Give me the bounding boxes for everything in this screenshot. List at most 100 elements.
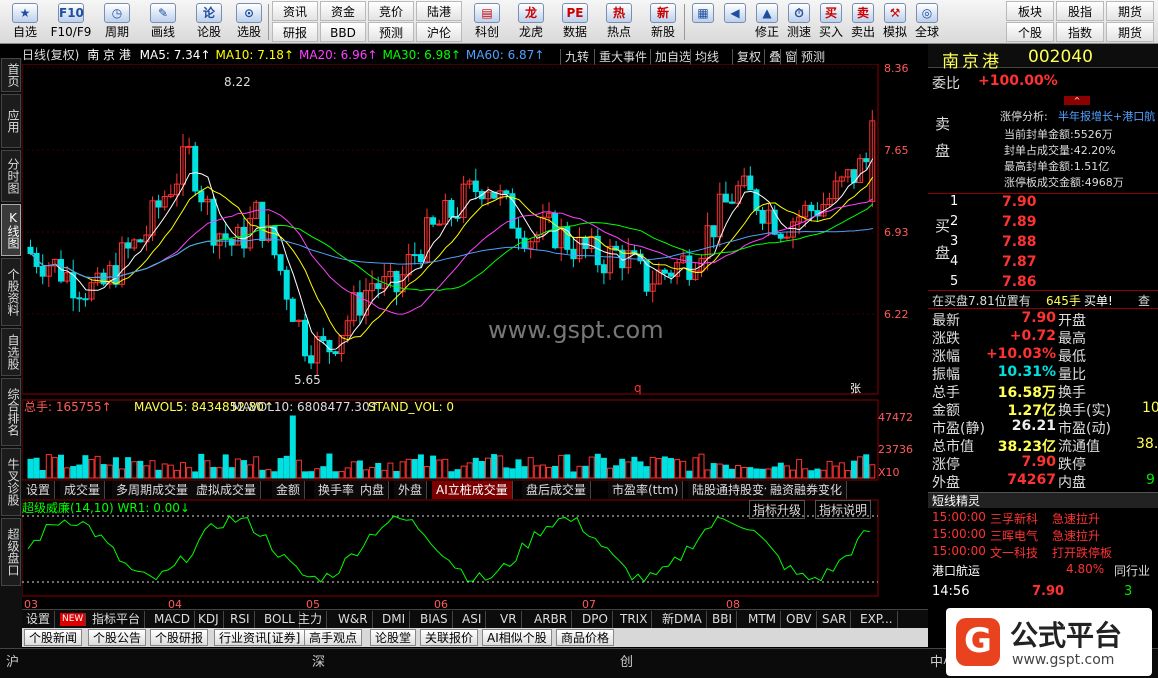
news-tab-5[interactable]: 论股堂 <box>370 629 417 646</box>
indicator-tab-19[interactable]: OBV <box>782 611 817 628</box>
indicator-tab-10[interactable]: BIAS <box>416 611 453 628</box>
toolbar-grid-btn[interactable]: 预测 <box>368 22 414 42</box>
indicator-tab-16[interactable]: 新DMA <box>658 611 707 628</box>
vol-tab-2[interactable]: 多周期成交量 <box>112 481 194 499</box>
chart-tab-3[interactable]: 均线 <box>690 49 723 65</box>
leftnav-1[interactable]: 应用 <box>1 94 21 148</box>
news-tab-7[interactable]: AI相似个股 <box>482 629 552 646</box>
news-tab-6[interactable]: 关联报价 <box>420 629 479 646</box>
indicator-tab-18[interactable]: MTM <box>744 611 782 628</box>
chart-tab-7[interactable]: 预测 <box>796 49 829 65</box>
chart-tab-0[interactable]: 九转 <box>560 49 593 65</box>
news-tab-1[interactable]: 个股公告 <box>88 629 147 646</box>
indicator-tab-14[interactable]: DPO <box>578 611 613 628</box>
toolbar-btn3-7[interactable]: ◎ 全球 <box>912 0 942 44</box>
buy-price[interactable]: 7.87 <box>1002 254 1037 270</box>
chart-tab-4[interactable]: 复权 <box>732 49 765 65</box>
toolbar-btn3-4[interactable]: 买买入 <box>816 0 846 44</box>
toolbar-grid-btn[interactable]: 资金 <box>320 1 366 21</box>
indicator-help-button[interactable]: 指标说明 <box>815 500 872 519</box>
vol-tab-0[interactable]: 设置 <box>22 481 56 499</box>
toolbar-grid-btn[interactable]: 资讯 <box>272 1 318 21</box>
toolbar-grid2-btn[interactable]: 板块 <box>1006 1 1054 21</box>
check-button[interactable]: 查 <box>1138 292 1150 309</box>
buy-price[interactable]: 7.88 <box>1002 234 1037 250</box>
industry-name[interactable]: 港口航运 <box>932 562 980 579</box>
vol-tab-10[interactable]: 市盈率(ttm) <box>608 481 684 499</box>
leftnav-5[interactable]: 自选股 <box>1 328 21 376</box>
buy-price[interactable]: 7.89 <box>1002 214 1037 230</box>
alert-stock[interactable]: 文一科技 <box>990 544 1038 561</box>
toolbar-grid-btn[interactable]: 研报 <box>272 22 318 42</box>
indicator-tab-0[interactable]: 设置 <box>22 611 56 628</box>
toolbar-btn2-4[interactable]: 新新股 <box>642 0 684 44</box>
toolbar-btn3-3[interactable]: ⏱ 测速 <box>784 0 814 44</box>
status-sh[interactable]: 沪 <box>6 651 19 670</box>
indicator-tab-13[interactable]: ARBR <box>530 611 573 628</box>
indicator-tab-1[interactable]: NEW <box>60 613 87 626</box>
candlestick-chart[interactable]: 8.36 7.65 6.93 6.22 www.gspt.com 8.22 5.65 q 张总手… <box>22 64 928 612</box>
vol-tab-7[interactable]: 外盘 <box>394 481 428 499</box>
collapse-arrow-icon[interactable]: ^ <box>1064 96 1090 105</box>
vol-tab-6[interactable]: 内盘 <box>356 481 390 499</box>
toolbar-grid-btn[interactable]: 陆港 <box>416 1 462 21</box>
toolbar-grid-btn[interactable]: 竞价 <box>368 1 414 21</box>
indicator-tab-15[interactable]: TRIX <box>616 611 653 628</box>
toolbar-btn3-6[interactable]: ⚒ 模拟 <box>880 0 910 44</box>
vol-tab-12[interactable]: 融资融券变化 <box>766 481 848 499</box>
news-tab-8[interactable]: 商品价格 <box>556 629 615 646</box>
news-tab-3[interactable]: 行业资讯[证券] <box>214 629 306 646</box>
indicator-tab-9[interactable]: DMI <box>378 611 411 628</box>
vol-tab-1[interactable]: 成交量 <box>60 481 106 499</box>
toolbar-btn3-2[interactable]: ▲ 修正 <box>752 0 782 44</box>
news-tab-2[interactable]: 个股研报 <box>150 629 209 646</box>
status-cy[interactable]: 创 <box>620 651 633 670</box>
toolbar-btn3-1[interactable]: ◀ <box>720 0 750 44</box>
dxjl-title[interactable]: 短线精灵 <box>932 492 980 509</box>
toolbar-grid-btn[interactable]: 沪伦 <box>416 22 462 42</box>
news-tab-0[interactable]: 个股新闻 <box>24 629 83 646</box>
indicator-tab-7[interactable]: 主力 <box>294 611 328 628</box>
toolbar-btn2-0[interactable]: ▤ 科创 <box>466 0 508 44</box>
indicator-tab-2[interactable]: 指标平台 <box>88 611 146 628</box>
toolbar-grid2-btn[interactable]: 个股 <box>1006 22 1054 42</box>
news-tab-4[interactable]: 高手观点 <box>304 629 363 646</box>
toolbar-btn-0[interactable]: ★ 自选 <box>2 0 48 44</box>
toolbar-btn3-0[interactable]: ▦ <box>688 0 718 44</box>
leftnav-4[interactable]: 个股资料 <box>1 258 21 326</box>
indicator-tab-12[interactable]: VR <box>496 611 522 628</box>
toolbar-grid-btn[interactable]: BBD <box>320 22 366 42</box>
toolbar-grid2-btn[interactable]: 期货 <box>1106 1 1154 21</box>
alert-stock[interactable]: 三孚新科 <box>990 510 1038 527</box>
buy-price[interactable]: 7.86 <box>1002 274 1037 290</box>
indicator-upgrade-button[interactable]: 指标升级 <box>749 500 806 519</box>
leftnav-0[interactable]: 首页 <box>1 58 21 92</box>
chart-tab-1[interactable]: 重大事件 <box>594 49 651 65</box>
toolbar-grid2-btn[interactable]: 指数 <box>1056 22 1104 42</box>
toolbar-btn3-5[interactable]: 卖卖出 <box>848 0 878 44</box>
leftnav-2[interactable]: 分时图 <box>1 150 21 202</box>
leftnav-6[interactable]: 综合排名 <box>1 378 21 446</box>
toolbar-btn2-1[interactable]: 龙龙虎 <box>510 0 552 44</box>
indicator-tab-3[interactable]: MACD <box>150 611 195 628</box>
vol-tab-4[interactable]: 金额 <box>272 481 306 499</box>
indicator-tab-11[interactable]: ASI <box>458 611 487 628</box>
indicator-tab-20[interactable]: SAR <box>818 611 852 628</box>
leftnav-8[interactable]: 超级盘口 <box>1 518 21 586</box>
toolbar-btn-1[interactable]: F10 F10/F9 <box>48 0 94 44</box>
toolbar-grid2-btn[interactable]: 股指 <box>1056 1 1104 21</box>
toolbar-btn2-3[interactable]: 热热点 <box>598 0 640 44</box>
indicator-tab-21[interactable]: EXP... <box>856 611 898 628</box>
vol-tab-5[interactable]: 换手率 <box>314 481 360 499</box>
indicator-tab-5[interactable]: RSI <box>226 611 255 628</box>
vol-tab-9[interactable]: 盘后成交量 <box>522 481 592 499</box>
toolbar-btn2-2[interactable]: PE 数据 <box>554 0 596 44</box>
toolbar-btn-5[interactable]: ⊙ 选股 <box>226 0 272 44</box>
status-sz[interactable]: 深 <box>312 651 325 670</box>
chart-tab-2[interactable]: 加自选 <box>650 49 695 65</box>
vol-tab-3[interactable]: 虚拟成交量 <box>192 481 262 499</box>
indicator-tab-4[interactable]: KDJ <box>194 611 224 628</box>
vol-tab-8[interactable]: AI立桩成交量 <box>432 481 513 499</box>
leftnav-7[interactable]: 牛叉诊股 <box>1 448 21 516</box>
toolbar-grid2-btn[interactable]: 期货 <box>1106 22 1154 42</box>
